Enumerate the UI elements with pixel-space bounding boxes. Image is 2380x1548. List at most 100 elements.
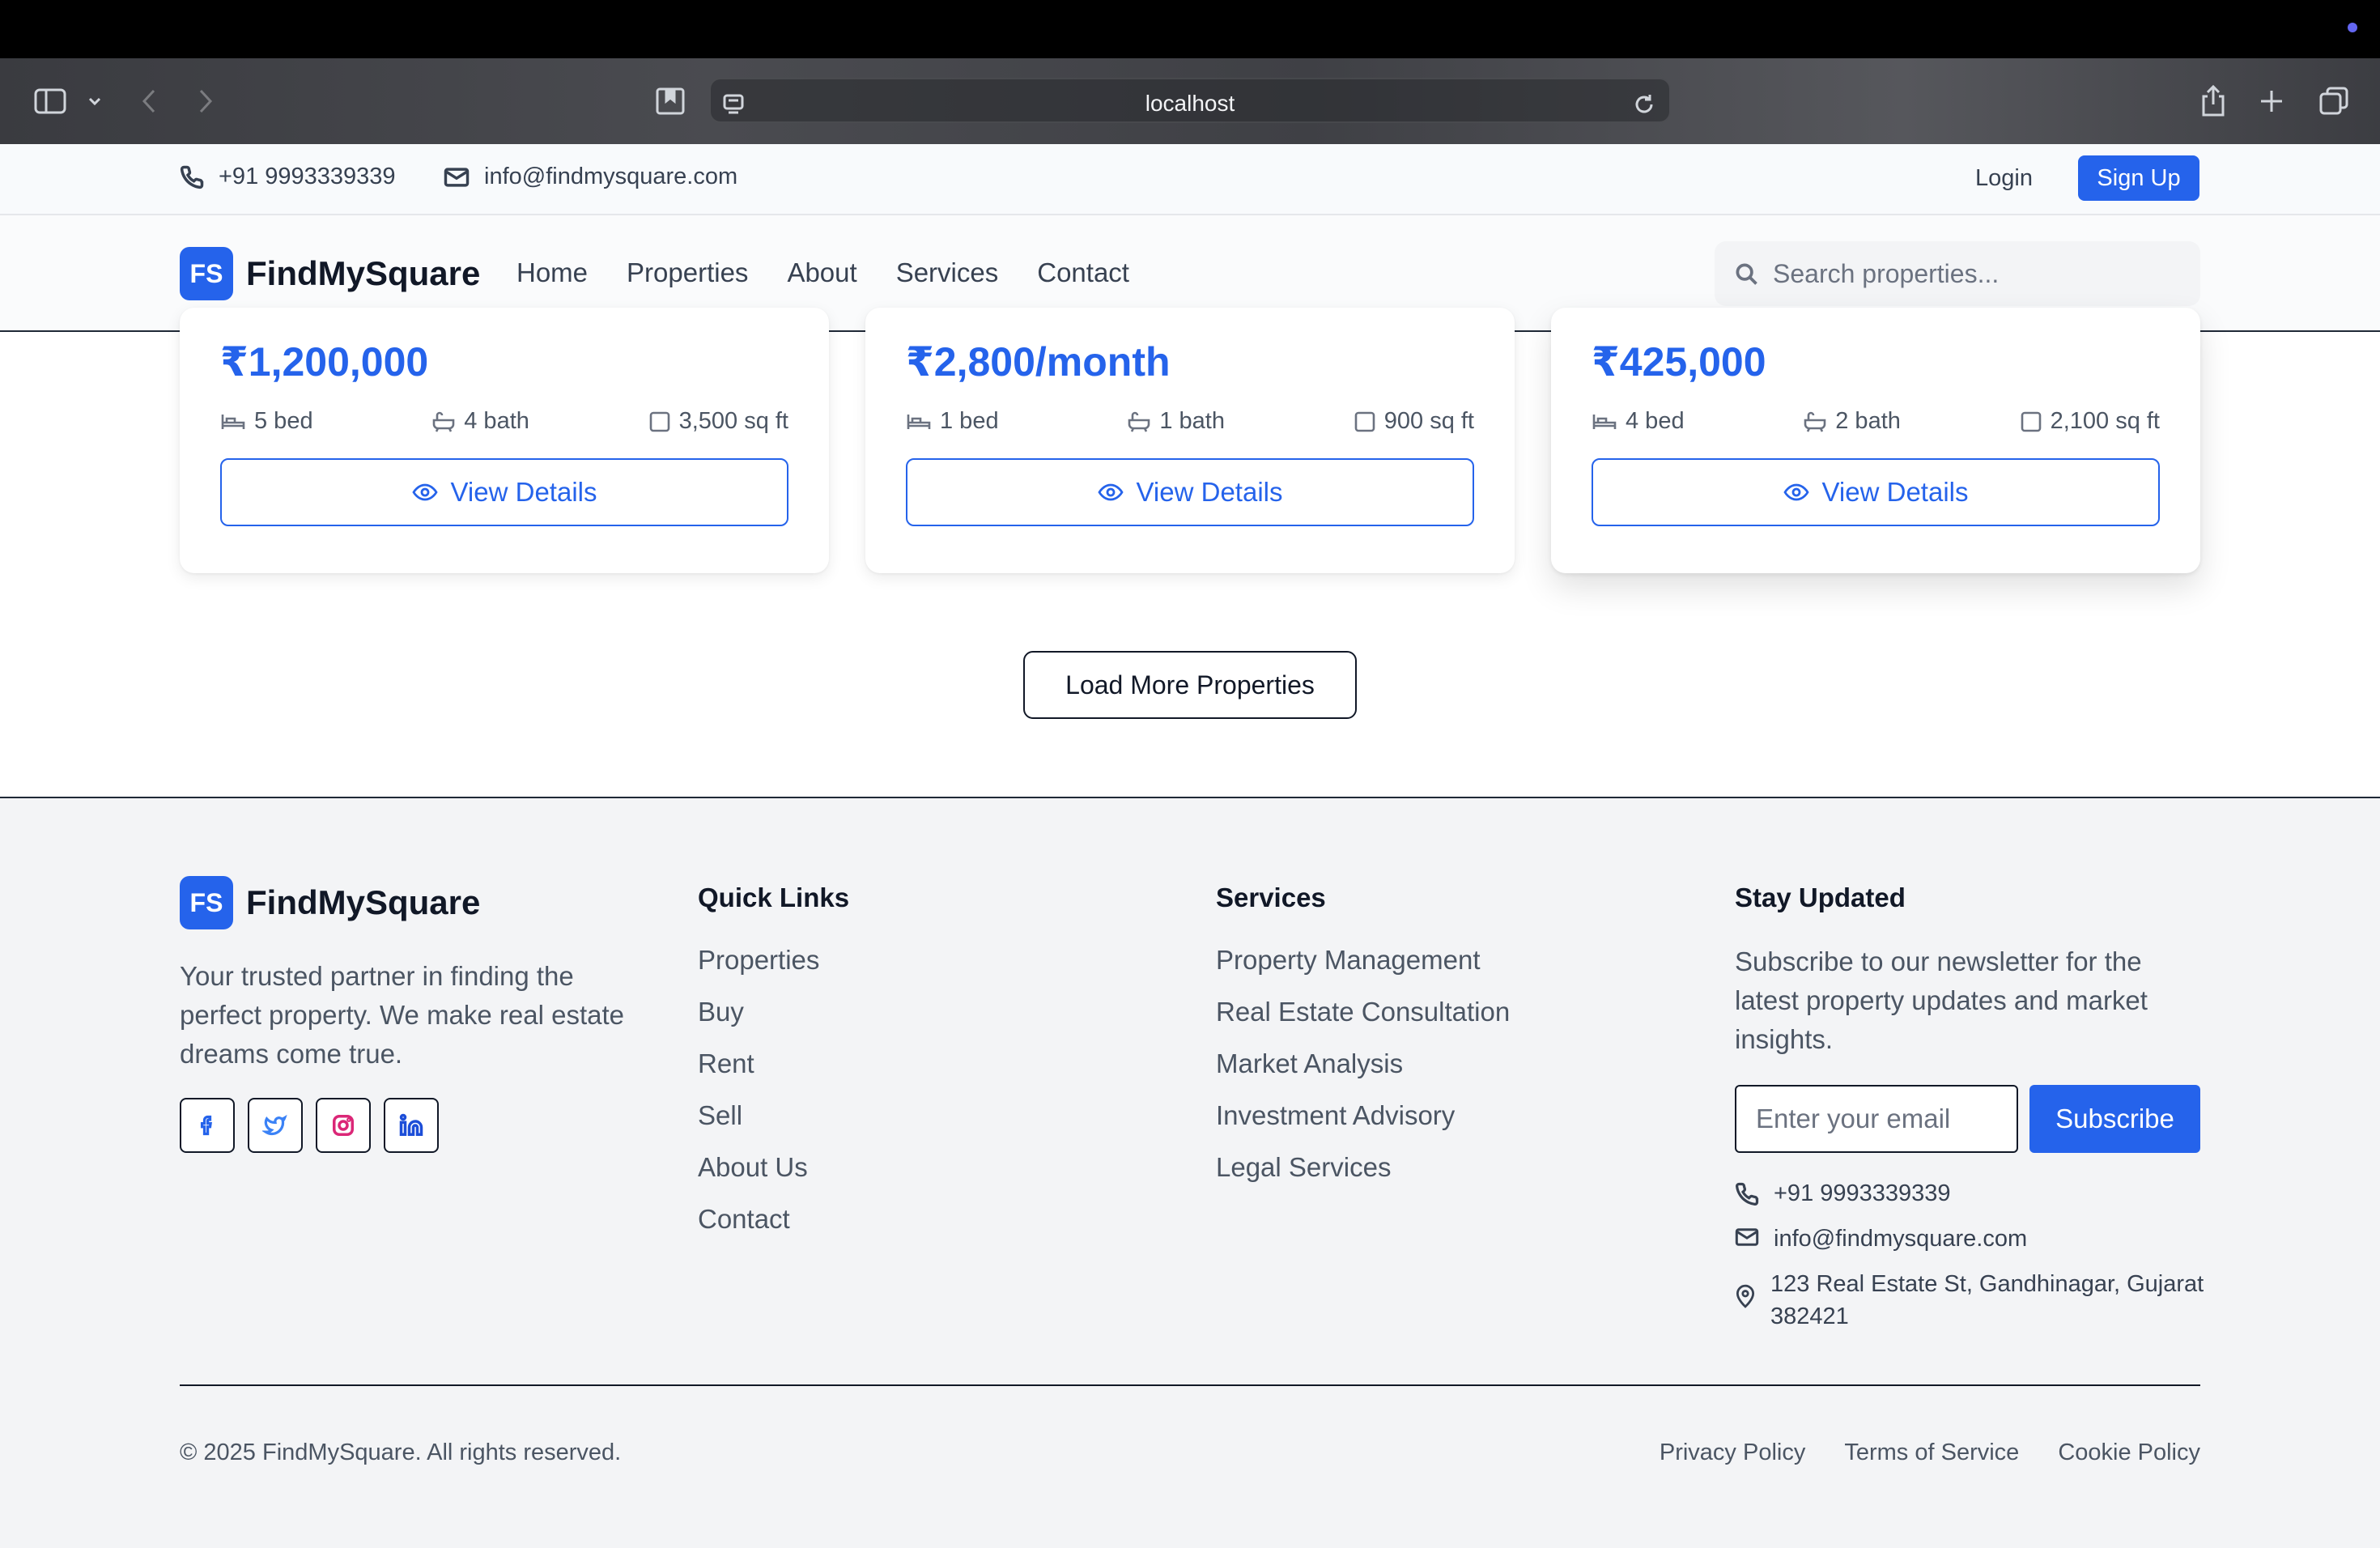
property-price: ₹1,200,000 [220,339,429,385]
signup-button[interactable]: Sign Up [2078,155,2199,201]
new-tab-icon[interactable] [2255,84,2288,118]
status-dot [2348,23,2357,32]
bath-icon [1128,411,1150,432]
nav-links: Home Properties About Services Contact [516,257,1129,288]
view-details-button[interactable]: View Details [220,458,788,526]
browser-toolbar: localhost [0,58,2380,144]
property-meta: 5 bed 4 bath 3,500 sq ft [220,408,788,435]
logo-badge: FS [180,247,233,300]
brand-name: FindMySquare [246,883,481,921]
footer-divider [180,1384,2200,1386]
reader-icon[interactable] [654,84,686,118]
subscribe-button[interactable]: Subscribe [2029,1085,2200,1153]
view-details-label: View Details [1821,477,1969,507]
baths-text: 4 bath [464,408,529,434]
footer-link-rent[interactable]: Rent [698,1046,819,1082]
view-details-button[interactable]: View Details [1592,458,2160,526]
nav-link-home[interactable]: Home [516,257,588,288]
topbar-email[interactable]: info@findmysquare.com [444,164,737,190]
forward-icon[interactable] [193,84,219,118]
footer-brand-logo[interactable]: FS FindMySquare [180,876,480,929]
facebook-link[interactable] [180,1098,235,1153]
footer-phone-text: +91 9993339339 [1774,1180,1951,1206]
service-link-market-analysis[interactable]: Market Analysis [1216,1046,1510,1082]
view-details-label: View Details [450,477,597,507]
service-link-legal-services[interactable]: Legal Services [1216,1150,1510,1185]
address-bar[interactable]: localhost [709,78,1671,123]
login-link[interactable]: Login [1975,165,2033,192]
square-icon [1354,411,1375,432]
topbar-email-text: info@findmysquare.com [484,164,738,189]
nav-link-contact[interactable]: Contact [1037,257,1129,288]
reload-icon[interactable] [1632,87,1656,121]
footer-link-contact[interactable]: Contact [698,1201,819,1237]
instagram-link[interactable] [316,1098,371,1153]
instagram-icon [333,1115,354,1136]
search-input[interactable] [1773,258,2178,289]
property-meta: 1 bed 1 bath 900 sq ft [906,408,1474,435]
mail-icon [1735,1228,1759,1246]
service-link-property-management[interactable]: Property Management [1216,942,1510,978]
footer-phone[interactable]: +91 9993339339 [1735,1177,1951,1210]
share-icon[interactable] [2197,84,2229,118]
property-card[interactable]: ₹1,200,000 5 bed 4 bath 3,500 sq ft View… [180,308,829,573]
eye-icon [1097,483,1124,501]
contact-topbar: +91 9993339339 info@findmysquare.com Log… [0,144,2380,215]
bath-icon [1804,411,1826,432]
os-menu-bar [0,0,2380,58]
footer-link-about-us[interactable]: About Us [698,1150,819,1185]
url-text: localhost [1145,91,1235,116]
footer-link-sell[interactable]: Sell [698,1098,819,1133]
terms-of-service-link[interactable]: Terms of Service [1844,1440,2019,1466]
phone-icon [1736,1182,1759,1206]
view-details-button[interactable]: View Details [906,458,1474,526]
property-price: ₹425,000 [1592,339,1766,385]
cookie-policy-link[interactable]: Cookie Policy [2058,1440,2200,1466]
beds-info: 5 bed [220,408,313,435]
sidebar-toggle-icon[interactable] [32,84,68,118]
facebook-icon [200,1115,212,1136]
linkedin-icon [399,1113,423,1136]
beds-info: 4 bed [1592,408,1685,435]
quick-links-heading: Quick Links [698,882,850,912]
footer-email[interactable]: info@findmysquare.com [1735,1223,2027,1255]
brand-logo[interactable]: FS FindMySquare [180,247,480,300]
bed-icon [1592,414,1617,429]
nav-link-properties[interactable]: Properties [627,257,748,288]
chevron-down-icon[interactable] [84,84,105,118]
area-info: 2,100 sq ft [2020,408,2160,435]
search-box[interactable] [1715,241,2200,306]
back-icon[interactable] [136,84,162,118]
area-info: 900 sq ft [1354,408,1474,435]
nav-link-about[interactable]: About [787,257,856,288]
service-link-consultation[interactable]: Real Estate Consultation [1216,994,1510,1030]
property-listing: ₹1,200,000 5 bed 4 bath 3,500 sq ft View… [0,308,2380,797]
footer-link-buy[interactable]: Buy [698,994,819,1030]
baths-info: 4 bath [431,408,529,435]
legal-links: Privacy Policy Terms of Service Cookie P… [1660,1440,2200,1466]
twitter-link[interactable] [248,1098,303,1153]
footer-address: 123 Real Estate St, Gandhinagar, Gujarat… [1735,1268,2204,1333]
service-link-investment-advisory[interactable]: Investment Advisory [1216,1098,1510,1133]
newsletter-email-input[interactable] [1735,1085,2018,1153]
nav-link-services[interactable]: Services [896,257,999,288]
phone-icon [180,165,204,189]
brand-name: FindMySquare [246,254,481,292]
view-details-label: View Details [1136,477,1283,507]
load-more-button[interactable]: Load More Properties [1023,651,1357,719]
footer-link-properties[interactable]: Properties [698,942,819,978]
baths-text: 1 bath [1159,408,1225,434]
baths-info: 2 bath [1803,408,1901,435]
area-text: 2,100 sq ft [2050,408,2160,434]
newsletter-heading: Stay Updated [1735,882,1906,912]
tab-overview-icon[interactable] [2317,84,2351,118]
privacy-policy-link[interactable]: Privacy Policy [1660,1440,1806,1466]
baths-text: 2 bath [1835,408,1901,434]
baths-info: 1 bath [1127,408,1225,435]
topbar-phone-text: +91 9993339339 [219,164,396,189]
topbar-phone[interactable]: +91 9993339339 [180,164,396,190]
property-card[interactable]: ₹425,000 4 bed 2 bath 2,100 sq ft View D… [1551,308,2200,573]
services-heading: Services [1216,882,1326,912]
property-card[interactable]: ₹2,800/month 1 bed 1 bath 900 sq ft View… [865,308,1515,573]
linkedin-link[interactable] [384,1098,439,1153]
